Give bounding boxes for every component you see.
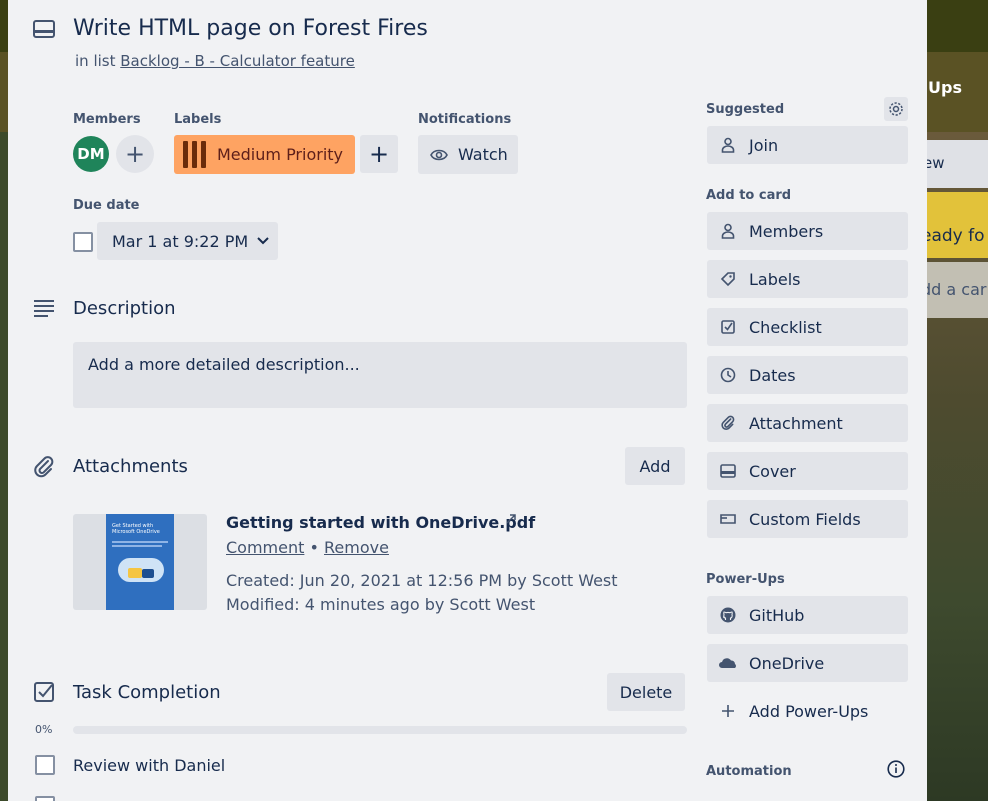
tag-icon: [719, 270, 737, 288]
gear-icon[interactable]: [884, 97, 908, 121]
watch-button[interactable]: Watch: [418, 135, 518, 174]
sidebar-button-label: Custom Fields: [749, 509, 861, 529]
sidebar-onedrive-button[interactable]: OneDrive: [707, 644, 908, 682]
sidebar-cover-button[interactable]: Cover: [707, 452, 908, 490]
add-member-button[interactable]: +: [116, 135, 154, 173]
attachments-heading: Attachments: [73, 456, 188, 477]
info-icon[interactable]: [887, 760, 905, 782]
onedrive-icon: [719, 654, 737, 672]
checklist-progress-bar: [73, 726, 687, 734]
card-title[interactable]: Write HTML page on Forest Fires: [73, 16, 428, 41]
sidebar-button-label: GitHub: [749, 605, 805, 625]
delete-checklist-button[interactable]: Delete: [607, 673, 685, 711]
board-card-yellow[interactable]: eady fo: [921, 192, 988, 258]
attachment-created: Created: Jun 20, 2021 at 12:56 PM by Sco…: [226, 571, 618, 590]
person-icon: [719, 222, 737, 240]
remove-link[interactable]: Remove: [324, 538, 389, 557]
attachment-modified: Modified: 4 minutes ago by Scott West: [226, 595, 536, 614]
sidebar-github-button[interactable]: GitHub: [707, 596, 908, 634]
due-date-checkbox[interactable]: [73, 232, 93, 252]
chevron-down-icon: [256, 236, 270, 246]
board-card[interactable]: ew: [923, 140, 988, 188]
checklist-icon: [719, 318, 737, 336]
notifications-heading: Notifications: [418, 112, 512, 127]
join-button[interactable]: Join: [707, 126, 908, 164]
suggested-heading: Suggested: [706, 102, 785, 117]
sidebar-checklist-button[interactable]: Checklist: [707, 308, 908, 346]
pdf-cover: Get Started with Microsoft OneDrive: [106, 514, 174, 610]
card-list-info: in list Backlog - B - Calculator feature: [75, 52, 355, 70]
board-add-card-text: dd a car: [921, 280, 987, 299]
clock-icon: [719, 366, 737, 384]
description-icon: [32, 298, 56, 322]
sidebar-button-label: Checklist: [749, 317, 822, 337]
eye-icon: [430, 146, 448, 164]
checklist-item-text[interactable]: Review with Daniel: [73, 756, 225, 775]
join-label: Join: [749, 135, 779, 155]
label-medium-priority[interactable]: Medium Priority: [174, 135, 355, 174]
board-card-text: eady fo: [921, 226, 985, 246]
in-list-prefix: in list: [75, 52, 116, 70]
sidebar-button-label: Labels: [749, 269, 801, 289]
checklist-heading[interactable]: Task Completion: [73, 682, 221, 703]
watch-label: Watch: [458, 145, 508, 164]
sidebar-button-label: Members: [749, 221, 824, 241]
sidebar-button-label: Add Power-Ups: [749, 701, 869, 721]
due-date-heading: Due date: [73, 198, 140, 213]
sidebar-members-button[interactable]: Members: [707, 212, 908, 250]
sidebar-custom-fields-button[interactable]: Custom Fields: [707, 500, 908, 538]
sidebar-button-label: Cover: [749, 461, 796, 481]
sidebar-attachment-button[interactable]: Attachment: [707, 404, 908, 442]
separator: •: [309, 538, 319, 557]
add-to-card-heading: Add to card: [706, 188, 792, 203]
github-icon: [719, 606, 737, 624]
automation-heading: Automation: [706, 764, 792, 779]
card-icon: [32, 18, 56, 40]
avatar[interactable]: DM: [73, 136, 109, 172]
checklist-progress-text: 0%: [35, 723, 53, 736]
due-date-button[interactable]: Mar 1 at 9:22 PM: [97, 222, 278, 260]
sidebar-button-label: Attachment: [749, 413, 843, 433]
description-heading: Description: [73, 298, 176, 319]
sidebar-add-powerups-button[interactable]: Add Power-Ups: [707, 692, 908, 730]
sidebar-labels-button[interactable]: Labels: [707, 260, 908, 298]
members-heading: Members: [73, 112, 141, 127]
external-link-icon[interactable]: [505, 513, 517, 529]
attachment-actions: Comment • Remove: [226, 538, 389, 557]
comment-link[interactable]: Comment: [226, 538, 304, 557]
description-input[interactable]: Add a more detailed description...: [73, 342, 687, 408]
label-text: Medium Priority: [217, 145, 344, 164]
board-add-card[interactable]: dd a car: [921, 262, 988, 318]
labels-heading: Labels: [174, 112, 222, 127]
paperclip-icon: [32, 455, 56, 483]
label-pattern-icon: [182, 139, 208, 170]
sidebar-button-label: Dates: [749, 365, 796, 385]
plus-icon: [719, 702, 737, 720]
add-attachment-button[interactable]: Add: [625, 447, 685, 485]
person-icon: [719, 136, 737, 154]
board-header-text: Ups: [928, 78, 962, 97]
powerups-heading: Power-Ups: [706, 572, 785, 587]
list-link[interactable]: Backlog - B - Calculator feature: [120, 52, 355, 70]
paperclip-icon: [719, 414, 737, 432]
cover-icon: [719, 462, 737, 480]
checklist-item-checkbox[interactable]: [35, 796, 55, 801]
card-detail-modal: Write HTML page on Forest Fires in list …: [8, 0, 927, 801]
description-placeholder: Add a more detailed description...: [88, 355, 360, 374]
attachment-name[interactable]: Getting started with OneDrive.pdf: [226, 513, 535, 532]
custom-fields-icon: [719, 510, 737, 528]
add-label-button[interactable]: +: [360, 135, 398, 173]
due-date-value: Mar 1 at 9:22 PM: [112, 231, 249, 251]
pdf-cover-title: Get Started with Microsoft OneDrive: [112, 523, 160, 535]
board-left-strip: [0, 132, 8, 801]
sidebar-dates-button[interactable]: Dates: [707, 356, 908, 394]
sidebar-button-label: OneDrive: [749, 653, 825, 673]
checklist-item-checkbox[interactable]: [35, 755, 55, 775]
checklist-icon: [32, 680, 56, 708]
attachment-thumbnail[interactable]: Get Started with Microsoft OneDrive: [73, 514, 207, 610]
